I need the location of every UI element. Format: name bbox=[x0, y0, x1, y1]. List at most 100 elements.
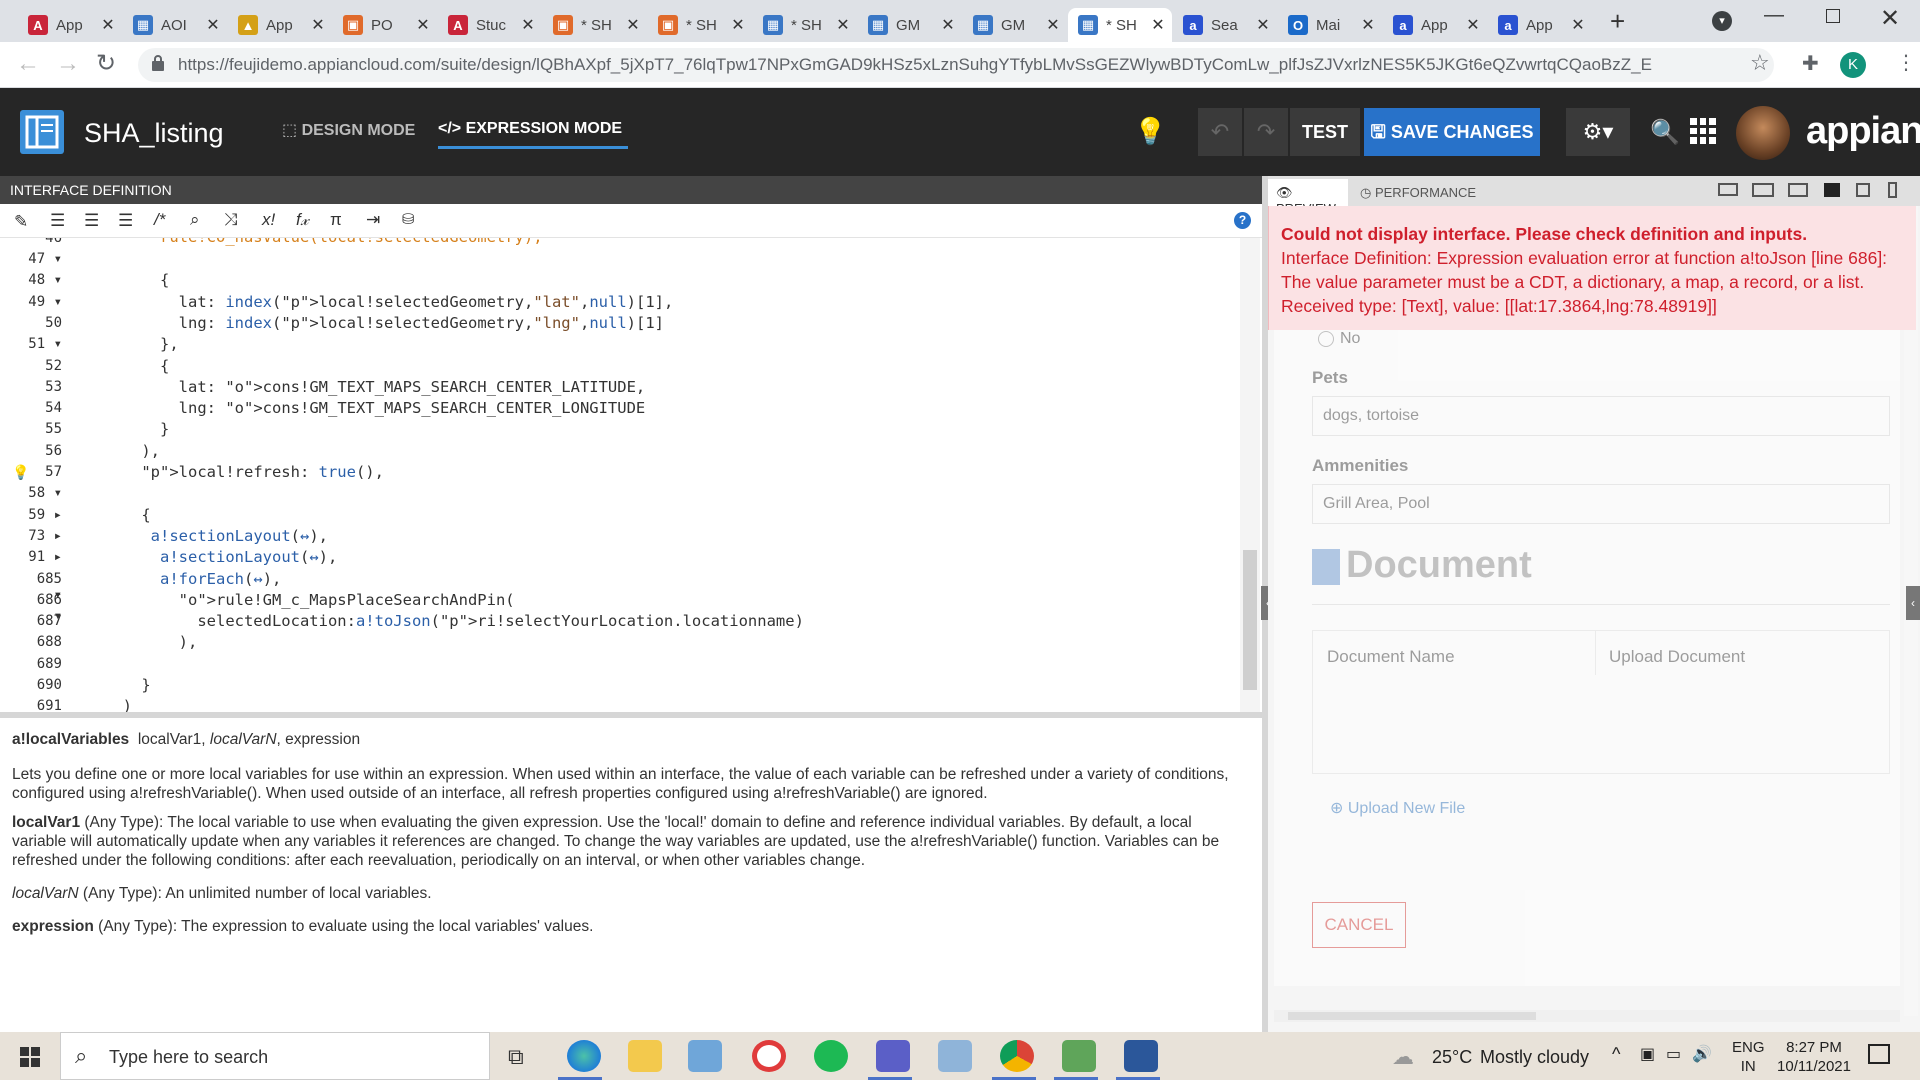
profile-avatar[interactable]: K bbox=[1840, 52, 1866, 78]
tab-close-icon[interactable]: ✕ bbox=[1360, 15, 1376, 35]
comment-icon[interactable]: /* bbox=[154, 210, 165, 230]
tab-close-icon[interactable]: ✕ bbox=[625, 15, 641, 35]
tab-close-icon[interactable]: ✕ bbox=[1465, 15, 1481, 35]
close-window-icon[interactable]: ✕ bbox=[1880, 4, 1900, 33]
tablet-portrait-icon[interactable] bbox=[1856, 183, 1870, 197]
tray-network-icon[interactable]: ▣ bbox=[1640, 1044, 1655, 1064]
test-button[interactable]: TEST bbox=[1290, 108, 1360, 156]
desktop-icon[interactable] bbox=[1788, 183, 1808, 197]
forward-icon[interactable]: → bbox=[56, 50, 80, 78]
tab-search-icon[interactable]: ▾ bbox=[1712, 11, 1732, 31]
new-tab-button[interactable]: + bbox=[1610, 6, 1625, 37]
word-icon[interactable] bbox=[1124, 1040, 1158, 1072]
lightbulb-icon[interactable]: 💡 bbox=[1134, 116, 1166, 147]
browser-menu-icon[interactable]: ⋮ bbox=[1896, 50, 1916, 75]
temperature[interactable]: 25°C bbox=[1432, 1047, 1472, 1068]
spotify-icon[interactable] bbox=[814, 1040, 848, 1072]
restore-icon[interactable] bbox=[1826, 9, 1840, 23]
tab-close-icon[interactable]: ✕ bbox=[1570, 15, 1586, 35]
tray-chevron-icon[interactable]: ^ bbox=[1612, 1044, 1620, 1065]
taskbar-search-box[interactable]: ⌕ Type here to search bbox=[60, 1032, 490, 1080]
weather-text[interactable]: Mostly cloudy bbox=[1480, 1047, 1589, 1068]
radio-no[interactable]: No bbox=[1318, 330, 1360, 348]
design-mode-tab[interactable]: ⬚ DESIGN MODE bbox=[282, 120, 415, 140]
tab-close-icon[interactable]: ✕ bbox=[415, 15, 431, 35]
browser-tab[interactable]: ▣ * SH ✕ bbox=[648, 8, 752, 42]
teams-icon[interactable] bbox=[876, 1040, 910, 1072]
tab-close-icon[interactable]: ✕ bbox=[100, 15, 116, 35]
excel-icon[interactable] bbox=[1062, 1040, 1096, 1072]
extensions-icon[interactable]: ✚ bbox=[1802, 51, 1819, 76]
edge-icon[interactable] bbox=[567, 1040, 601, 1072]
battery-icon[interactable]: ▭ bbox=[1666, 1044, 1681, 1064]
h-scroll-thumb[interactable] bbox=[1288, 1012, 1536, 1020]
text-pi-icon[interactable]: π bbox=[330, 210, 342, 230]
export-icon[interactable]: ⇥ bbox=[366, 210, 380, 230]
tab-close-icon[interactable]: ✕ bbox=[520, 15, 536, 35]
chrome-icon[interactable] bbox=[1000, 1040, 1034, 1072]
back-icon[interactable]: ← bbox=[16, 50, 40, 78]
tab-performance[interactable]: ◷ PERFORMANCE bbox=[1360, 185, 1476, 201]
tab-close-icon[interactable]: ✕ bbox=[205, 15, 221, 35]
app-grid-icon[interactable] bbox=[1690, 118, 1716, 144]
lint-warning-icon[interactable]: 💡 bbox=[12, 464, 29, 481]
network-app-icon[interactable] bbox=[688, 1040, 722, 1072]
desktop-wide-icon[interactable] bbox=[1752, 183, 1774, 197]
browser-tab[interactable]: ▦ GM ✕ bbox=[858, 8, 962, 42]
browser-tab[interactable]: ▣ * SH ✕ bbox=[543, 8, 647, 42]
browser-tab[interactable]: O Mai ✕ bbox=[1278, 8, 1382, 42]
editor-divider[interactable] bbox=[0, 712, 1262, 718]
expand-right-icon[interactable]: ‹ bbox=[1906, 586, 1920, 620]
tab-close-icon[interactable]: ✕ bbox=[940, 15, 956, 35]
code-editor[interactable]: 46 rule!CO_hasValue(local!selectedGeomet… bbox=[0, 238, 1262, 712]
format-wand-icon[interactable]: ✎ bbox=[14, 212, 28, 232]
browser-tab[interactable]: a App ✕ bbox=[1383, 8, 1487, 42]
notes-app-icon[interactable] bbox=[938, 1040, 972, 1072]
record-app-icon[interactable] bbox=[752, 1040, 786, 1072]
amenities-field[interactable]: Grill Area, Pool bbox=[1312, 484, 1890, 524]
phone-icon[interactable] bbox=[1888, 182, 1897, 198]
browser-tab[interactable]: ▦ * SH ✕ bbox=[1068, 8, 1172, 42]
browser-tab[interactable]: A Stuc ✕ bbox=[438, 8, 542, 42]
preview-h-scrollbar[interactable] bbox=[1274, 1010, 1900, 1022]
cancel-button[interactable]: CANCEL bbox=[1312, 902, 1406, 948]
browser-tab[interactable]: ▦ * SH ✕ bbox=[753, 8, 857, 42]
editor-scrollbar[interactable] bbox=[1240, 238, 1260, 712]
function-icon[interactable]: f𝓍 bbox=[296, 210, 309, 230]
pets-field[interactable]: dogs, tortoise bbox=[1312, 396, 1890, 436]
expression-x-icon[interactable]: x! bbox=[262, 210, 275, 230]
save-changes-button[interactable]: 🖫 SAVE CHANGES bbox=[1364, 108, 1540, 156]
file-explorer-icon[interactable] bbox=[628, 1040, 662, 1072]
clock[interactable]: 8:27 PM 10/11/2021 bbox=[1772, 1038, 1856, 1076]
browser-tab[interactable]: ▦ AOI ✕ bbox=[123, 8, 227, 42]
undo-button[interactable]: ↶ bbox=[1198, 108, 1242, 156]
tab-close-icon[interactable]: ✕ bbox=[730, 15, 746, 35]
settings-gear-button[interactable]: ⚙▾ bbox=[1566, 108, 1630, 156]
scrollbar-thumb[interactable] bbox=[1243, 550, 1257, 690]
minimize-icon[interactable]: — bbox=[1764, 4, 1784, 27]
notifications-icon[interactable] bbox=[1868, 1044, 1890, 1064]
indent-icon[interactable]: ☰ bbox=[50, 211, 65, 231]
find-icon[interactable]: ⌕ bbox=[190, 210, 200, 230]
list-icon[interactable]: ☰ bbox=[118, 211, 133, 231]
upload-new-file-link[interactable]: ⊕ Upload New File bbox=[1330, 798, 1465, 818]
shuffle-icon[interactable]: ⤨ bbox=[224, 210, 238, 230]
fit-width-icon[interactable] bbox=[1718, 183, 1738, 196]
tab-close-icon[interactable]: ✕ bbox=[835, 15, 851, 35]
browser-tab[interactable]: ▦ GM ✕ bbox=[963, 8, 1067, 42]
tablet-landscape-icon[interactable] bbox=[1824, 183, 1840, 197]
task-view-icon[interactable]: ⧉ bbox=[508, 1044, 524, 1070]
outdent-icon[interactable]: ☰ bbox=[84, 211, 99, 231]
redo-button[interactable]: ↷ bbox=[1244, 108, 1288, 156]
start-windows-icon[interactable] bbox=[20, 1047, 40, 1067]
url-field[interactable]: https://feujidemo.appiancloud.com/suite/… bbox=[138, 48, 1774, 82]
browser-tab[interactable]: a App ✕ bbox=[1488, 8, 1592, 42]
browser-tab[interactable]: ▣ PO ✕ bbox=[333, 8, 437, 42]
volume-icon[interactable]: 🔊 bbox=[1692, 1044, 1712, 1064]
query-icon[interactable]: ⛁ bbox=[402, 210, 415, 228]
tab-close-icon[interactable]: ✕ bbox=[310, 15, 326, 35]
language-indicator[interactable]: ENG IN bbox=[1732, 1038, 1765, 1076]
bookmark-star-icon[interactable]: ☆ bbox=[1750, 50, 1770, 76]
browser-tab[interactable]: ▲ App ✕ bbox=[228, 8, 332, 42]
user-avatar[interactable] bbox=[1736, 106, 1790, 160]
